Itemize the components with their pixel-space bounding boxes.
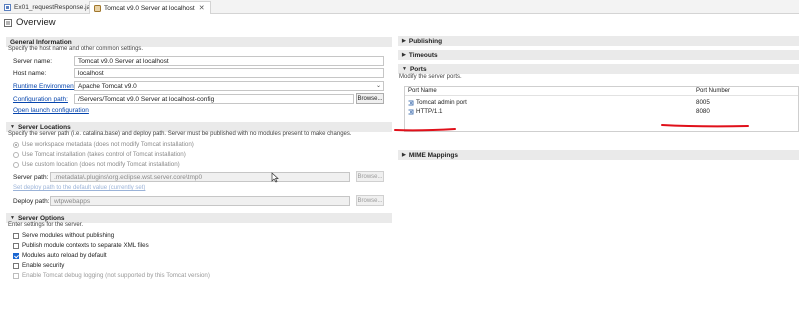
annotation-underline-left: [394, 128, 456, 132]
annotation-overlay: [394, 124, 749, 132]
annotation-underline-right: [661, 124, 749, 128]
